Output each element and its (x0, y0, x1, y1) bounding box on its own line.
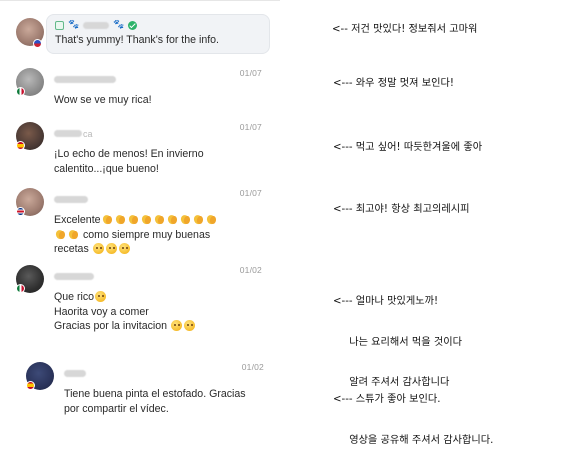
blurred-name[interactable] (54, 76, 116, 84)
blurred-name[interactable] (54, 196, 88, 204)
comment-date: 01/02 (239, 265, 262, 275)
korean-annotation: <--- 최고야! 항상 최고의레시피 (333, 204, 470, 215)
smiling-face-emoji-icon (92, 243, 104, 254)
blurred-name (83, 21, 110, 29)
smiling-face-emoji-icon (184, 320, 196, 331)
comment-date: 01/07 (239, 122, 262, 132)
paw-icon: 🐾 (68, 19, 80, 30)
comment-item[interactable]: 🐾 🐾 That's yummy! Thank's for the info. (6, 14, 274, 56)
annotation-line: <--- 스튜가 좋아 보인다. (333, 394, 441, 405)
comment-text-part: Que rico (54, 291, 95, 303)
comment-bubble: 01/02 Que rico Haorita voy a comer Graci… (46, 263, 270, 340)
clapping-hands-emoji-icon (55, 229, 66, 240)
blurred-name[interactable] (54, 130, 82, 138)
comment-text-line: ¡Lo echo de menos! En invierno (54, 148, 204, 160)
korean-annotation: <--- 먹고 싶어! 따듯한겨울에 좋아 (333, 142, 483, 153)
comment-bubble: 01/07 Wow se ve muy rica! (46, 66, 270, 114)
comment-item[interactable]: 01/02 Tiene buena pinta el estofado. Gra… (16, 360, 274, 415)
comment-text-line: Excelente (54, 213, 262, 228)
clapping-hands-emoji-icon (193, 214, 204, 225)
annotation-line: 나는 요리해서 먹을 것이다 (333, 336, 463, 348)
clapping-hands-emoji-icon (68, 229, 79, 240)
blurred-name[interactable] (54, 273, 94, 281)
comment-text-part: como siempre muy buenas (82, 228, 211, 241)
clapping-hands-emoji-icon (167, 214, 178, 225)
comment-text-part: Gracias por la invitacion (54, 320, 168, 332)
clapping-hands-emoji-icon (206, 214, 217, 225)
clapping-hands-emoji-icon (180, 214, 191, 225)
smiling-face-emoji-icon (95, 291, 107, 302)
comment-text: Que rico Haorita voy a comer Gracias por… (54, 290, 262, 334)
comment-text: Excelente como siempre muy buenas receta… (54, 213, 262, 257)
comment-text-part: Excelente (54, 214, 101, 226)
clapping-hands-emoji-icon (115, 214, 126, 225)
comment-text-line: Tiene buena pinta el estofado. Gracias (64, 388, 246, 400)
comment-text: Tiene buena pinta el estofado. Gracias p… (64, 387, 264, 416)
flag-icon (16, 87, 25, 96)
comment-date: 01/02 (241, 362, 264, 372)
flag-icon (16, 284, 25, 293)
clapping-hands-emoji-icon (128, 214, 139, 225)
annotation-line: <--- 얼마나 맛있게노까! (333, 296, 439, 307)
comment-bubble: 🐾 🐾 That's yummy! Thank's for the info. (46, 14, 270, 54)
flag-icon (26, 381, 35, 390)
korean-annotation: <--- 스튜가 좋아 보인다. 영상을 공유해 주셔서 감사합니다. (333, 366, 493, 461)
comment-text-line: Que rico (54, 290, 262, 305)
flag-icon (16, 141, 25, 150)
smiling-face-emoji-icon (118, 243, 130, 254)
smiling-face-emoji-icon (171, 320, 183, 331)
comment-bubble: ca 01/07 ¡Lo echo de menos! En invierno … (46, 120, 270, 182)
comment-text-line: como siempre muy buenas (54, 228, 262, 243)
annotation-line: 영상을 공유해 주셔서 감사합니다. (333, 434, 494, 446)
badge-icon (55, 20, 64, 30)
comment-date: 01/07 (239, 68, 262, 78)
top-divider (0, 0, 280, 1)
paw-icon: 🐾 (113, 19, 125, 30)
korean-annotation: <--- 와우 정말 멋져 보인다! (333, 78, 454, 89)
comment-text-line: recetas (54, 242, 262, 257)
commenter-name-suffix: ca (83, 128, 93, 139)
korean-annotation: <-- 저건 맛있다! 정보줘서 고마워 (332, 24, 478, 35)
smiling-face-emoji-icon (105, 243, 117, 254)
verified-check-icon (128, 20, 138, 30)
comment-bubble: 01/02 Tiene buena pinta el estofado. Gra… (56, 360, 272, 422)
comment-date: 01/07 (239, 188, 262, 198)
blurred-name[interactable] (64, 370, 86, 378)
comment-item[interactable]: 01/02 Que rico Haorita voy a comer Graci… (6, 263, 274, 332)
comment-text-part: recetas (54, 243, 89, 255)
clapping-hands-emoji-icon (141, 214, 152, 225)
comment-text: That's yummy! Thank's for the info. (55, 34, 219, 46)
clapping-hands-emoji-icon (102, 214, 113, 225)
comment-text: ¡Lo echo de menos! En invierno calentito… (54, 147, 262, 176)
comment-text-line: calentito...¡que bueno! (54, 162, 159, 175)
flag-icon (16, 207, 25, 216)
comment-text-line: por compartir el vídec. (64, 402, 169, 415)
flag-icon (33, 39, 42, 48)
comment-text-line: Gracias por la invitacion (54, 319, 262, 334)
comment-bubble: 01/07 Excelente como siempre muy buenas … (46, 186, 270, 263)
commenter-name[interactable]: 🐾 🐾 (55, 20, 261, 30)
comment-item[interactable]: 01/07 Wow se ve muy rica! (6, 66, 274, 106)
comment-text: Wow se ve muy rica! (54, 94, 152, 106)
comment-text-line: Haorita voy a comer (54, 305, 149, 318)
comment-item[interactable]: ca 01/07 ¡Lo echo de menos! En invierno … (6, 120, 274, 175)
clapping-hands-emoji-icon (154, 214, 165, 225)
comment-item[interactable]: 01/07 Excelente como siempre muy buenas … (6, 186, 274, 255)
